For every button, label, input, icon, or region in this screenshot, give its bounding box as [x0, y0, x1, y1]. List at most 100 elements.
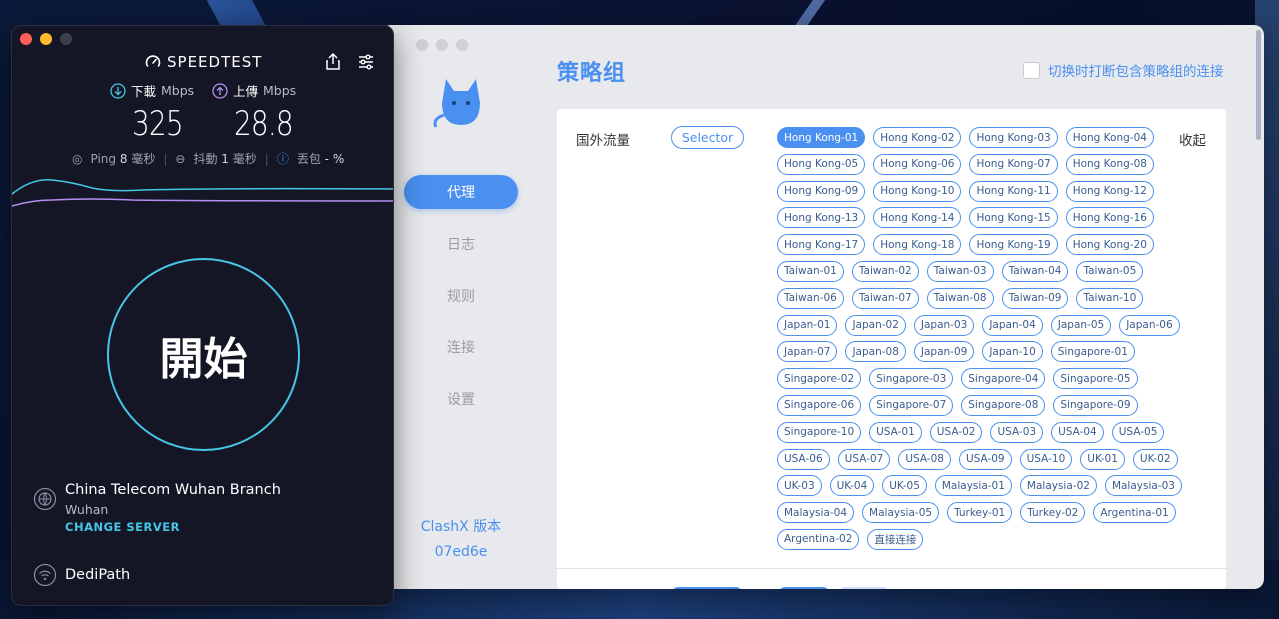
server-name: China Telecom Wuhan Branch: [65, 482, 281, 498]
server-city: Wuhan: [65, 502, 109, 517]
upload-value: 28.8: [234, 104, 294, 144]
proxy-chip[interactable]: USA-09: [958, 448, 1012, 470]
proxy-chip[interactable]: Taiwan-09: [1001, 287, 1069, 309]
proxy-chip[interactable]: Taiwan-06: [777, 287, 844, 309]
proxy-chip[interactable]: Malaysia-04: [777, 502, 855, 524]
proxy-chip[interactable]: Japan-04: [982, 314, 1043, 336]
proxy-chip[interactable]: USA-06: [777, 448, 830, 470]
proxy-chip[interactable]: Hong Kong-17: [777, 234, 866, 256]
interrupt-connections-toggle[interactable]: 切换时打断包含策略组的连接: [1023, 60, 1224, 80]
nav-item[interactable]: 代理: [404, 175, 518, 209]
proxy-chip[interactable]: Hong Kong-02: [873, 127, 962, 148]
group-type-badge: Selector: [671, 126, 744, 149]
proxy-chip[interactable]: Hong Kong-08: [1065, 153, 1154, 175]
nav-item[interactable]: 设置: [404, 382, 518, 416]
proxy-chip[interactable]: USA-08: [898, 448, 951, 470]
proxy-chip[interactable]: Singapore-02: [777, 368, 862, 390]
proxy-chip[interactable]: Japan-10: [982, 341, 1043, 363]
proxy-chip[interactable]: Japan-08: [845, 341, 906, 363]
proxy-chip[interactable]: Japan-06: [1119, 314, 1180, 336]
proxy-chip[interactable]: Taiwan-03: [926, 260, 994, 282]
next-group-proxy[interactable]: [839, 587, 889, 589]
proxy-chip[interactable]: Singapore-06: [777, 394, 862, 416]
proxy-chip[interactable]: Turkey-02: [1020, 502, 1086, 524]
proxy-chip[interactable]: Hong Kong-12: [1065, 180, 1154, 202]
proxy-chip[interactable]: Hong Kong-06: [873, 153, 962, 175]
proxy-chip[interactable]: Japan-07: [777, 341, 838, 363]
proxy-chip[interactable]: Japan-01: [777, 314, 838, 336]
proxy-chip[interactable]: Hong Kong-18: [873, 234, 962, 256]
minimize-button[interactable]: [40, 33, 52, 45]
next-group-proxy[interactable]: [779, 587, 829, 589]
proxy-chip[interactable]: Hong Kong-10: [873, 180, 962, 202]
proxy-chip[interactable]: Taiwan-05: [1076, 260, 1144, 282]
proxy-chip[interactable]: Taiwan-07: [851, 287, 919, 309]
proxy-chip[interactable]: USA-02: [929, 421, 983, 443]
proxy-chip[interactable]: Malaysia-02: [1019, 475, 1097, 497]
proxy-chip[interactable]: Singapore-09: [1053, 394, 1138, 416]
proxy-chip[interactable]: Taiwan-02: [851, 260, 919, 282]
proxy-chip[interactable]: Hong Kong-04: [1065, 127, 1154, 148]
proxy-chip[interactable]: Hong Kong-07: [969, 153, 1058, 175]
proxy-chip[interactable]: Singapore-04: [961, 368, 1046, 390]
start-test-button[interactable]: 開始: [107, 258, 300, 451]
proxy-chip[interactable]: Hong Kong-01: [777, 127, 866, 148]
nav-item[interactable]: 连接: [404, 330, 518, 364]
nav-item[interactable]: 日志: [404, 227, 518, 261]
proxy-chip[interactable]: Hong Kong-03: [969, 127, 1058, 148]
proxy-chip[interactable]: Malaysia-05: [862, 502, 940, 524]
proxy-chip[interactable]: Hong Kong-14: [873, 207, 962, 229]
proxy-chip[interactable]: Japan-02: [845, 314, 906, 336]
start-test-label: 開始: [159, 333, 248, 385]
scrollbar[interactable]: [1256, 30, 1261, 140]
proxy-chip[interactable]: Hong Kong-09: [777, 180, 866, 202]
proxy-chip[interactable]: Turkey-01: [947, 502, 1013, 524]
proxy-chip[interactable]: Argentina-02: [777, 528, 860, 550]
proxy-chip[interactable]: Singapore-05: [1053, 368, 1138, 390]
proxy-chip[interactable]: USA-01: [869, 421, 922, 443]
close-button[interactable]: [20, 33, 32, 45]
proxy-chip[interactable]: UK-03: [777, 475, 822, 497]
interrupt-connections-checkbox[interactable]: [1023, 61, 1040, 79]
proxy-chip[interactable]: Japan-09: [913, 341, 975, 363]
proxy-chip[interactable]: Taiwan-01: [777, 260, 844, 282]
proxy-chip[interactable]: Taiwan-04: [1001, 260, 1069, 282]
proxy-chip[interactable]: USA-07: [837, 448, 891, 470]
proxy-chip[interactable]: Hong Kong-11: [969, 180, 1058, 202]
proxy-chip[interactable]: UK-05: [882, 475, 927, 497]
proxy-chip[interactable]: USA-10: [1019, 448, 1073, 470]
proxy-chip[interactable]: Singapore-10: [777, 421, 862, 443]
proxy-chip[interactable]: USA-03: [990, 421, 1044, 443]
proxy-chip[interactable]: Malaysia-01: [934, 475, 1012, 497]
proxy-chip[interactable]: Malaysia-03: [1104, 475, 1182, 497]
proxy-chip[interactable]: Singapore-01: [1050, 341, 1135, 363]
share-icon[interactable]: [323, 52, 343, 72]
proxy-chip[interactable]: Taiwan-10: [1076, 287, 1144, 309]
proxy-chip[interactable]: Japan-05: [1050, 314, 1112, 336]
proxy-chip[interactable]: Hong Kong-16: [1065, 207, 1154, 229]
proxy-chip[interactable]: Hong Kong-05: [777, 153, 866, 175]
proxy-chip[interactable]: Hong Kong-20: [1065, 234, 1154, 256]
proxy-chip[interactable]: Hong Kong-13: [777, 207, 866, 229]
collapse-button[interactable]: 收起: [1179, 129, 1206, 149]
proxy-chip[interactable]: Singapore-07: [869, 394, 954, 416]
proxy-chip[interactable]: Japan-03: [913, 314, 975, 336]
download-label: 下載: [131, 84, 157, 99]
proxy-chip[interactable]: UK-01: [1080, 448, 1125, 470]
proxy-chip[interactable]: USA-04: [1051, 421, 1104, 443]
nav-item[interactable]: 规则: [404, 279, 518, 313]
proxy-chip[interactable]: UK-04: [829, 475, 875, 497]
settings-sliders-icon[interactable]: [356, 52, 376, 72]
proxy-chip[interactable]: 直接连接: [867, 528, 924, 550]
download-value: 325: [132, 104, 184, 144]
proxy-chip[interactable]: Taiwan-08: [926, 287, 994, 309]
proxy-chip[interactable]: Singapore-08: [961, 394, 1046, 416]
proxy-chip[interactable]: Argentina-01: [1093, 502, 1176, 524]
proxy-chip[interactable]: Hong Kong-19: [969, 234, 1058, 256]
change-server-button[interactable]: CHANGE SERVER: [65, 520, 180, 534]
proxy-chip[interactable]: Hong Kong-15: [969, 207, 1058, 229]
zoom-button[interactable]: [60, 33, 72, 45]
proxy-chip[interactable]: USA-05: [1111, 421, 1165, 443]
proxy-chip[interactable]: Singapore-03: [869, 368, 954, 390]
proxy-chip[interactable]: UK-02: [1132, 448, 1178, 470]
